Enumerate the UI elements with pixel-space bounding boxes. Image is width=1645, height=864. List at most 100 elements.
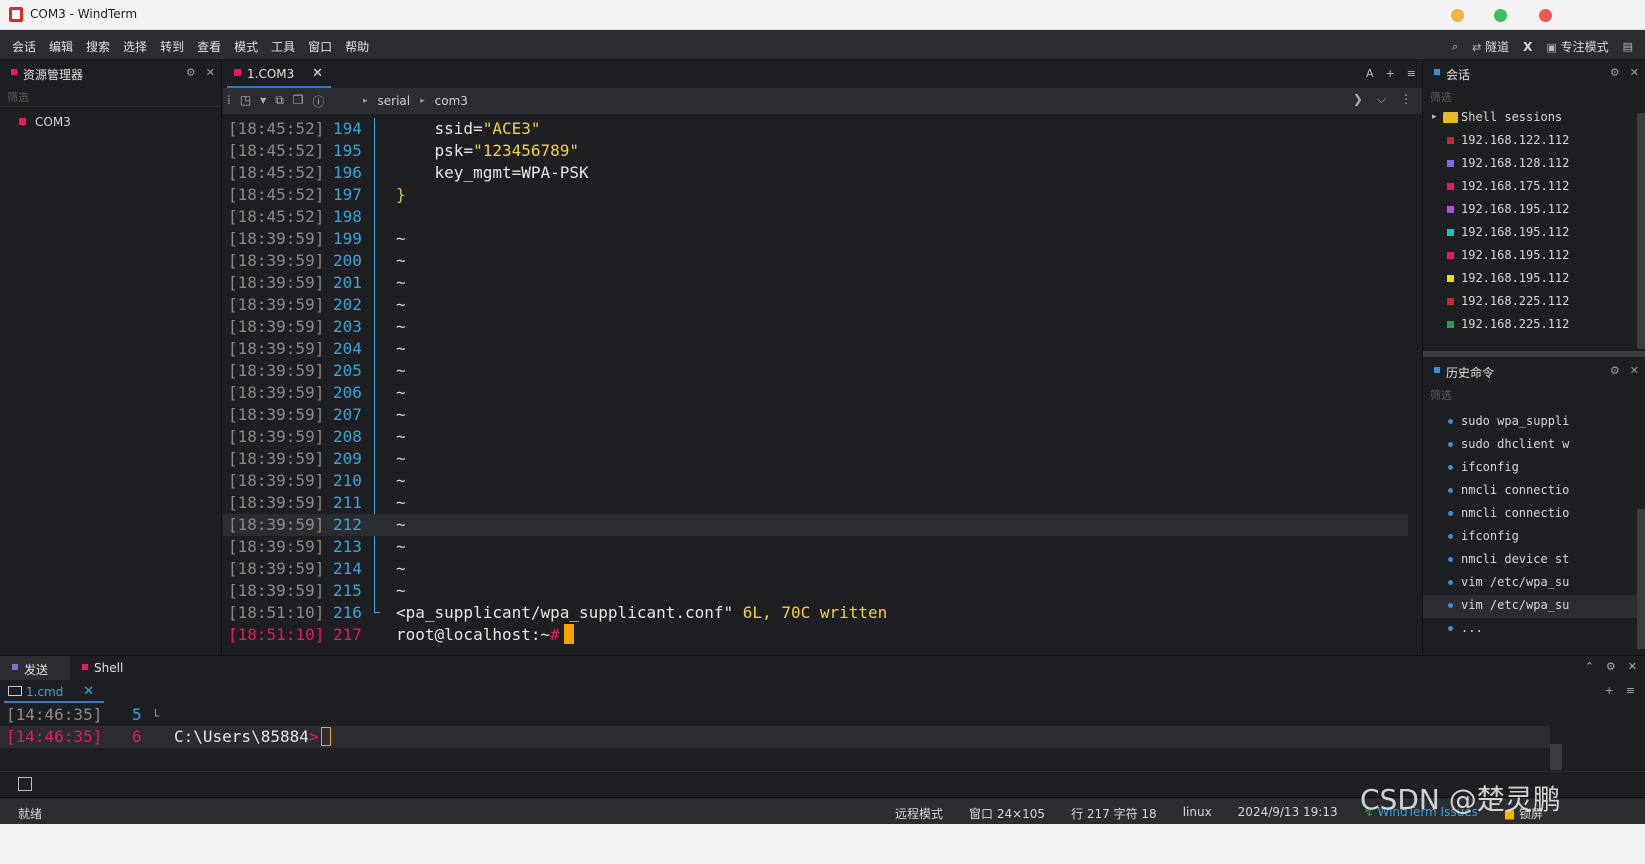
history-item[interactable]: nmcli device st — [1423, 549, 1645, 572]
history-item[interactable]: vim /etc/wpa_su — [1423, 595, 1645, 618]
line-content: ~ — [396, 492, 406, 514]
line-text: ~ — [396, 405, 406, 424]
terminal-output[interactable]: [18:45:52] 194 ssid="ACE3" [18:45:52] 195 p… — [223, 118, 1422, 654]
menu-item[interactable]: 转到 — [160, 38, 184, 55]
tab-send[interactable]: 发送 — [0, 656, 70, 680]
breadcrumb-com3[interactable]: com3 — [435, 94, 468, 108]
search-icon[interactable]: ⌕ — [1452, 40, 1458, 54]
gear-icon[interactable]: ⚙ — [1610, 66, 1620, 79]
close-tab-icon[interactable]: ✕ — [83, 684, 94, 699]
close-icon[interactable]: ✕ — [1630, 364, 1639, 377]
config-value: WPA-PSK — [521, 163, 589, 182]
close-icon[interactable]: ✕ — [1628, 660, 1637, 673]
tab-com3[interactable]: 1.COM3 ✕ — [227, 61, 331, 88]
line-number: 213 — [333, 537, 362, 556]
menu-item[interactable]: 搜索 — [86, 38, 110, 55]
history-item[interactable]: ifconfig — [1423, 526, 1645, 549]
line-text: ~ — [396, 449, 406, 468]
gear-icon[interactable]: ⚙ — [1610, 364, 1620, 377]
chevron-up-icon[interactable]: ⌃ — [1585, 660, 1594, 673]
session-item[interactable]: 192.168.128.112 — [1423, 153, 1645, 176]
session-item[interactable]: 192.168.225.112 — [1423, 314, 1645, 337]
line-content: ~ — [396, 338, 406, 360]
bullet-icon — [1448, 534, 1453, 539]
tab-menu-icon[interactable]: ≡ — [1626, 684, 1635, 697]
menu-item[interactable]: 帮助 — [345, 38, 369, 55]
tab-cmd[interactable]: 1.cmd ✕ — [4, 681, 104, 703]
menu-item[interactable]: 工具 — [271, 38, 295, 55]
history-filter-input[interactable]: 筛选 — [1423, 383, 1645, 405]
history-item[interactable]: ifconfig — [1423, 457, 1645, 480]
close-tab-icon[interactable]: ✕ — [312, 66, 323, 81]
panel-splitter[interactable] — [1423, 351, 1645, 357]
focus-mode-button[interactable]: ▣ 专注模式 — [1546, 38, 1608, 55]
send-icon[interactable] — [18, 777, 32, 791]
tab-menu-icon[interactable]: ≡ — [1407, 67, 1416, 80]
chevron-right-icon[interactable]: ❯ — [1353, 92, 1363, 107]
chevron-down-icon[interactable]: ⌵ — [1377, 92, 1386, 107]
more-icon[interactable]: ⋮ — [1400, 92, 1412, 107]
session-item[interactable]: 192.168.175.112 — [1423, 176, 1645, 199]
close-icon[interactable]: ✕ — [1630, 66, 1639, 79]
session-item[interactable]: 192.168.122.112 — [1423, 130, 1645, 153]
explorer-filter-input[interactable]: 筛选 — [0, 85, 221, 107]
layout-icon[interactable]: ▤ — [1623, 40, 1633, 53]
new-session-icon[interactable]: ◳ — [240, 93, 251, 110]
sessions-scrollbar[interactable] — [1637, 113, 1645, 349]
add-tab-icon[interactable]: + — [1386, 67, 1395, 80]
line-number: 208 — [333, 427, 362, 446]
line-text: ~ — [396, 339, 406, 358]
shell-scrollbar[interactable] — [1550, 744, 1562, 770]
tunnel-button[interactable]: ⇄ 隧道 — [1472, 38, 1509, 55]
shell-line: [14:46:35] 6 C:\Users\85884> — [0, 726, 1550, 748]
history-item[interactable]: sudo dhclient w — [1423, 434, 1645, 457]
status-mode[interactable]: 远程模式 — [895, 805, 943, 822]
sessions-folder[interactable]: ▸ Shell sessions — [1423, 107, 1645, 130]
session-color-icon — [1447, 252, 1454, 259]
chevron-down-icon[interactable]: ▾ — [260, 93, 266, 110]
duplicate-icon[interactable]: ❐ — [293, 93, 304, 110]
info-icon[interactable]: ⓘ — [313, 93, 325, 110]
tab-shell[interactable]: Shell — [70, 656, 150, 680]
add-tab-icon[interactable]: + — [1605, 684, 1614, 697]
line-timestamp: [18:51:10] — [228, 625, 325, 644]
session-item[interactable]: 192.168.195.112 — [1423, 222, 1645, 245]
gear-icon[interactable]: ⚙ — [186, 66, 196, 79]
menu-item[interactable]: 窗口 — [308, 38, 332, 55]
drag-handle-icon[interactable]: ⁞ — [227, 93, 231, 110]
session-item[interactable]: 192.168.225.112 — [1423, 291, 1645, 314]
history-item[interactable]: sudo wpa_suppli — [1423, 411, 1645, 434]
line-number: 217 — [333, 625, 362, 644]
explorer-header: 资源管理器 ⚙ ✕ — [0, 61, 221, 85]
close-window-button[interactable] — [1539, 9, 1552, 22]
history-item[interactable]: vim /etc/wpa_su — [1423, 572, 1645, 595]
menu-item[interactable]: 编辑 — [49, 38, 73, 55]
menu-item[interactable]: 查看 — [197, 38, 221, 55]
line-number: 212 — [333, 515, 362, 534]
session-item[interactable]: 192.168.195.112 — [1423, 268, 1645, 291]
session-item[interactable]: 192.168.195.112 — [1423, 245, 1645, 268]
menu-item[interactable]: 选择 — [123, 38, 147, 55]
sessions-filter-input[interactable]: 筛选 — [1423, 85, 1645, 107]
bullet-icon — [1448, 511, 1453, 516]
menu-item[interactable]: 模式 — [234, 38, 258, 55]
close-icon[interactable]: ✕ — [206, 66, 215, 79]
history-scrollbar[interactable] — [1637, 509, 1645, 649]
gear-icon[interactable]: ⚙ — [1606, 660, 1616, 673]
expand-icon[interactable]: ▸ — [1432, 112, 1437, 122]
x-button[interactable]: X — [1523, 40, 1532, 54]
maximize-button[interactable] — [1494, 9, 1507, 22]
font-icon[interactable]: A — [1366, 67, 1374, 80]
minimize-button[interactable] — [1451, 9, 1464, 22]
history-item[interactable]: nmcli connectio — [1423, 503, 1645, 526]
breadcrumb-serial[interactable]: serial — [378, 94, 411, 108]
status-window-size: 窗口 24×105 — [969, 807, 1046, 821]
detach-icon[interactable]: ⧉ — [275, 93, 284, 110]
explorer-item-com3[interactable]: COM3 — [0, 113, 221, 135]
history-item[interactable]: nmcli connectio — [1423, 480, 1645, 503]
menu-item[interactable]: 会话 — [12, 38, 36, 55]
session-item[interactable]: 192.168.195.112 — [1423, 199, 1645, 222]
terminal-line: [18:45:52] 196 key_mgmt=WPA-PSK — [223, 162, 1408, 184]
status-position: 行 217 字符 18 — [1071, 807, 1157, 821]
history-item[interactable]: ... — [1423, 618, 1645, 641]
